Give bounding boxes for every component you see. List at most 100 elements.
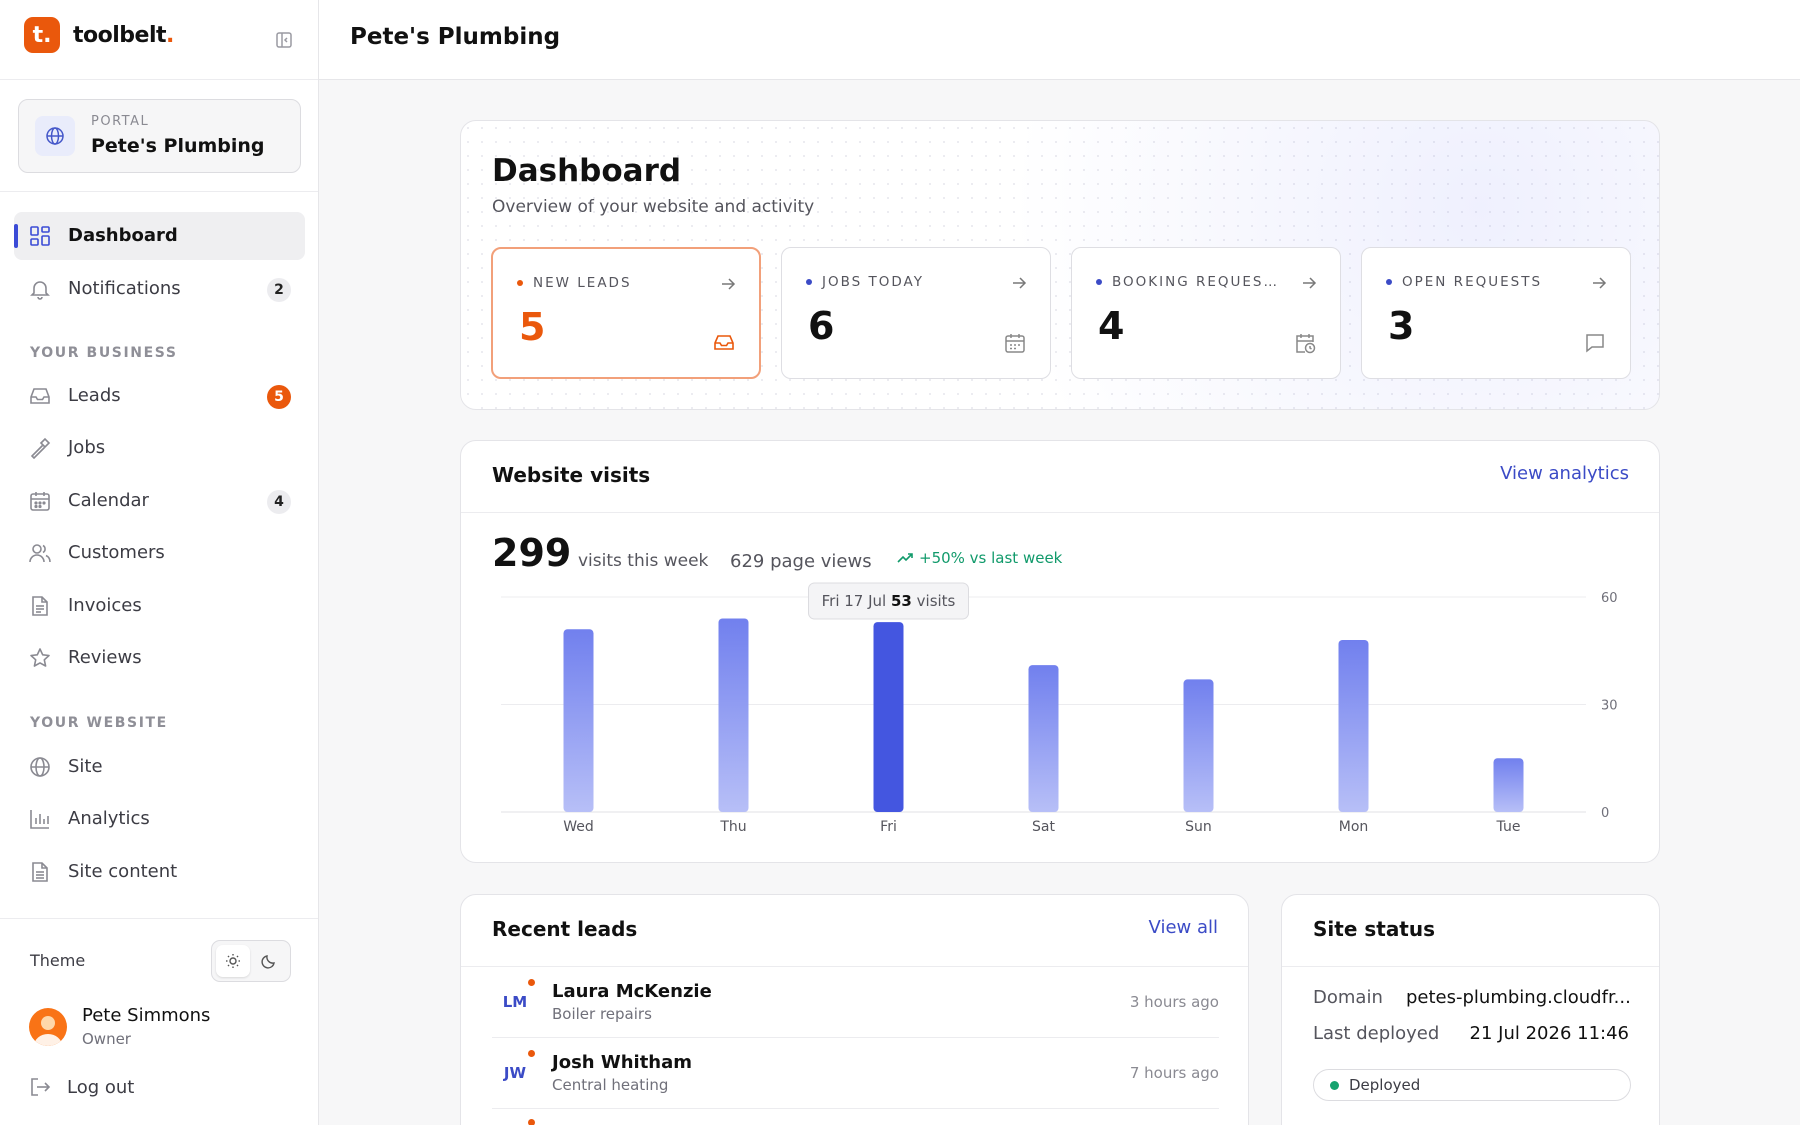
stat-value: 6 xyxy=(808,304,835,348)
page-subtitle: Overview of your website and activity xyxy=(492,197,815,217)
recent-leads-card: Recent leads View all LM Laura McKenzie … xyxy=(460,894,1249,1125)
user-role: Owner xyxy=(82,1030,131,1048)
x-tick-label: Mon xyxy=(1339,819,1369,835)
visits-unit: visits this week xyxy=(578,551,709,571)
portal-kicker: PORTAL xyxy=(91,114,150,129)
stat-label: BOOKING REQUES… xyxy=(1096,274,1279,290)
visits-count: 299 xyxy=(492,531,572,575)
visits-bar-chart: 0 30 60 Wed Thu Fri Sat Sun Mon Tue Fri 17 Jul 53 … xyxy=(501,582,1618,835)
brand[interactable]: t. toolbelt. xyxy=(24,17,174,53)
users-icon xyxy=(29,542,51,564)
page-header-title: Pete's Plumbing xyxy=(350,24,561,50)
card-header: Recent leads View all xyxy=(461,895,1248,967)
sidebar-collapse-icon[interactable] xyxy=(274,30,294,50)
nav-item-site-content[interactable]: Site content xyxy=(14,848,305,896)
stat-label: JOBS TODAY xyxy=(806,274,924,290)
message-icon xyxy=(1586,334,1604,353)
nav-item-analytics[interactable]: Analytics xyxy=(14,795,305,843)
inbox-icon xyxy=(29,385,51,407)
stat-card-jobs-today[interactable]: JOBS TODAY 6 xyxy=(781,247,1051,379)
lead-avatar: JW xyxy=(503,1064,527,1082)
stat-card-booking-requests[interactable]: BOOKING REQUES… 4 xyxy=(1071,247,1341,379)
nav-label: Analytics xyxy=(68,808,150,829)
nav-label: Invoices xyxy=(68,595,142,616)
stat-dot xyxy=(1096,279,1102,285)
tooltip-text: Fri 17 Jul 53 visits xyxy=(822,592,956,610)
stat-dot xyxy=(806,279,812,285)
divider xyxy=(0,79,318,80)
stat-value: 4 xyxy=(1098,304,1125,348)
nav-label: Jobs xyxy=(68,437,106,458)
status-dot xyxy=(1330,1080,1339,1090)
stat-label: OPEN REQUESTS xyxy=(1386,274,1542,290)
bar-sun xyxy=(1183,679,1214,812)
nav-label: Customers xyxy=(68,542,165,563)
active-indicator xyxy=(14,224,18,248)
trend-indicator: +50% vs last week xyxy=(897,549,1062,567)
view-all-leads-link[interactable]: View all xyxy=(1149,917,1218,938)
card-header: Site status xyxy=(1282,895,1659,967)
nav-item-leads[interactable]: Leads 5 xyxy=(14,372,305,420)
nav-item-dashboard[interactable]: Dashboard xyxy=(14,212,305,260)
lead-row[interactable]: JW Josh Whitham Central heating 7 hours … xyxy=(492,1038,1219,1109)
nav-label: Notifications xyxy=(68,278,181,299)
theme-toggle[interactable] xyxy=(211,940,291,982)
stat-card-open-requests[interactable]: OPEN REQUESTS 3 xyxy=(1361,247,1631,379)
inbox-icon xyxy=(714,335,734,350)
y-tick-label: 0 xyxy=(1601,806,1609,821)
notification-count-badge: 2 xyxy=(267,278,291,302)
card-title: Site status xyxy=(1313,917,1436,941)
bar-fri xyxy=(873,622,904,812)
bar-mon xyxy=(1338,640,1369,812)
section-label-business: YOUR BUSINESS xyxy=(30,345,178,361)
moon-icon xyxy=(261,955,275,969)
card-header: Website visits View analytics xyxy=(461,441,1659,513)
domain-value[interactable]: petes-plumbing.cloudfr... xyxy=(1406,987,1631,1008)
dark-mode-button[interactable] xyxy=(252,945,286,977)
trending-up-icon xyxy=(897,553,913,563)
globe-icon xyxy=(29,756,51,778)
nav-label: Calendar xyxy=(68,490,149,511)
top-bar: Pete's Plumbing xyxy=(319,0,1800,80)
lead-row[interactable]: LM Laura McKenzie Boiler repairs 3 hours… xyxy=(492,967,1219,1038)
file-icon xyxy=(29,595,51,617)
light-mode-button[interactable] xyxy=(216,945,250,977)
user-name: Pete Simmons xyxy=(82,1005,211,1026)
bar-sat xyxy=(1028,665,1059,812)
brand-name: toolbelt. xyxy=(73,22,174,48)
x-tick-label: Tue xyxy=(1496,819,1521,835)
nav-item-customers[interactable]: Customers xyxy=(14,529,305,577)
nav-label: Reviews xyxy=(68,647,142,668)
card-title: Website visits xyxy=(492,463,651,487)
calendar-icon xyxy=(29,490,51,512)
domain-label: Domain xyxy=(1313,987,1383,1008)
bar-chart-icon xyxy=(29,808,51,830)
stat-card-new-leads[interactable]: NEW LEADS 5 xyxy=(491,247,761,379)
nav-item-jobs[interactable]: Jobs xyxy=(14,424,305,472)
avatar[interactable] xyxy=(29,1008,67,1046)
view-analytics-link[interactable]: View analytics xyxy=(1500,463,1629,484)
hammer-icon xyxy=(29,437,51,460)
unread-dot xyxy=(528,1050,535,1057)
divider xyxy=(0,918,318,919)
grid-icon xyxy=(29,225,51,247)
nav-item-invoices[interactable]: Invoices xyxy=(14,582,305,630)
logout-icon xyxy=(29,1076,51,1098)
nav-item-reviews[interactable]: Reviews xyxy=(14,634,305,682)
portal-switcher[interactable]: PORTAL Pete's Plumbing xyxy=(18,99,301,173)
nav-label: Site xyxy=(68,756,103,777)
card-title: Recent leads xyxy=(492,917,638,941)
theme-label: Theme xyxy=(30,951,86,970)
nav-item-notifications[interactable]: Notifications 2 xyxy=(14,265,305,313)
nav-label: Leads xyxy=(68,385,121,406)
unread-dot xyxy=(528,1119,535,1125)
logout-button[interactable]: Log out xyxy=(29,1074,134,1100)
x-tick-label: Sat xyxy=(1032,819,1055,835)
stat-dot xyxy=(517,280,523,286)
site-status-card: Site status Domain petes-plumbing.cloudf… xyxy=(1281,894,1660,1125)
nav-item-calendar[interactable]: Calendar 4 xyxy=(14,477,305,525)
lead-avatar: LM xyxy=(502,993,528,1011)
stat-value: 5 xyxy=(519,305,546,349)
y-tick-label: 60 xyxy=(1601,591,1618,606)
nav-item-site[interactable]: Site xyxy=(14,743,305,791)
